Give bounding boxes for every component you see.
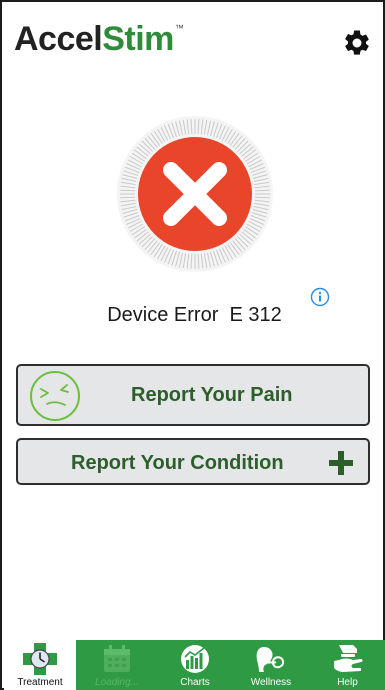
- app-logo: AccelStim™: [14, 20, 184, 58]
- app-frame: AccelStim™ Device Error E 312 Report You…: [0, 0, 385, 690]
- nav-label-charts: Charts: [180, 677, 210, 688]
- calendar-icon: [104, 645, 130, 672]
- chart-icon: [181, 645, 209, 673]
- clock-cross-icon: [23, 643, 57, 675]
- device-error-message: Device Error E 312: [2, 304, 385, 327]
- report-pain-label: Report Your Pain: [131, 384, 293, 406]
- nav-label-loading: Loading...: [95, 677, 139, 688]
- pain-face-icon: [30, 371, 80, 421]
- nav-tab-loading[interactable]: Loading...: [76, 640, 158, 690]
- error-code: E 312: [229, 304, 282, 326]
- help-hand-icon: [333, 645, 362, 672]
- nav-tab-wellness[interactable]: Wellness: [232, 640, 310, 690]
- logo-text-accent: Stim: [102, 20, 174, 58]
- nav-tab-help[interactable]: Help: [310, 640, 385, 690]
- nav-tab-treatment[interactable]: Treatment: [4, 640, 76, 690]
- nav-tab-charts[interactable]: Charts: [158, 640, 232, 690]
- logo-text-main: Accel: [14, 20, 103, 58]
- report-condition-label: Report Your Condition: [71, 452, 284, 474]
- nav-label-wellness: Wellness: [250, 677, 292, 688]
- plus-icon: [329, 451, 353, 475]
- report-pain-button[interactable]: Report Your Pain: [16, 364, 370, 426]
- wellness-icon: [256, 647, 285, 672]
- error-status-icon: [117, 116, 273, 272]
- nav-label-treatment: Treatment: [17, 677, 63, 688]
- logo-trademark: ™: [174, 23, 184, 33]
- bottom-nav: Treatment Loading... Charts Wellness Hel…: [4, 640, 385, 690]
- nav-label-help: Help: [337, 677, 358, 688]
- error-label: Device Error: [107, 304, 219, 326]
- report-condition-button[interactable]: Report Your Condition: [16, 438, 370, 485]
- gear-icon[interactable]: [342, 28, 372, 58]
